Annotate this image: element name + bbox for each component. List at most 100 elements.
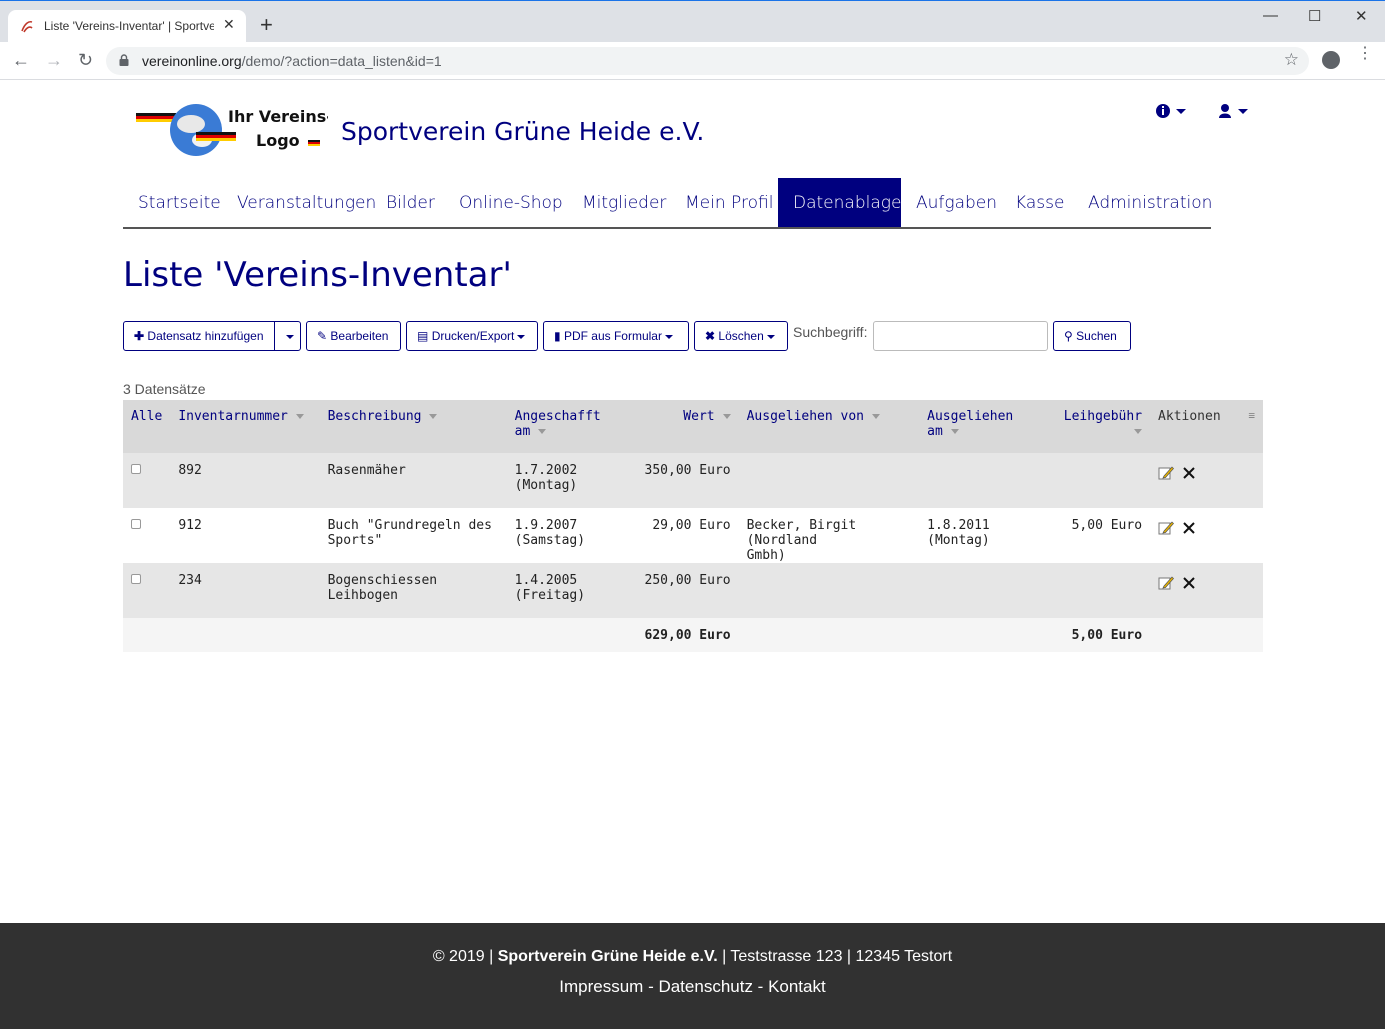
cell-ausgeliehen-von[interactable] xyxy=(738,453,920,508)
url-text: vereinonline.org/demo/?action=data_liste… xyxy=(142,53,442,69)
table-header-row: Alle Inventarnummer Beschreibung Angesch… xyxy=(123,400,1263,453)
sort-caret-icon xyxy=(872,414,881,419)
cell-leihgebuehr xyxy=(1040,453,1151,508)
nav-item-kasse[interactable]: Kasse xyxy=(1000,178,1079,227)
datenschutz-link[interactable]: Datenschutz xyxy=(658,977,753,996)
back-button[interactable]: ← xyxy=(12,50,30,71)
profile-icon[interactable] xyxy=(1322,51,1340,69)
column-header-leihgebuehr[interactable]: Leihgebühr xyxy=(1040,400,1151,453)
bookmark-star-icon[interactable]: ☆ xyxy=(1284,50,1299,70)
nav-item-datenablage[interactable]: Datenablage xyxy=(778,178,901,227)
nav-item-mein-profil[interactable]: Mein Profil xyxy=(670,178,788,227)
nav-item-startseite[interactable]: Startseite xyxy=(123,178,235,227)
nav-item-mitglieder[interactable]: Mitglieder xyxy=(567,178,681,227)
window-close-button[interactable]: ✕ xyxy=(1355,7,1368,25)
sort-caret-icon xyxy=(429,414,438,419)
search-input[interactable] xyxy=(873,321,1048,351)
column-header-ausgeliehen-von[interactable]: Ausgeliehen von xyxy=(738,400,920,453)
table-row: 912 Buch "Grundregeln des Sports" 1.9.200… xyxy=(123,508,1263,563)
column-header-wert[interactable]: Wert xyxy=(608,400,739,453)
delete-icon[interactable] xyxy=(1182,466,1196,480)
delete-button[interactable]: ✖ Löschen xyxy=(694,321,788,351)
address-bar[interactable]: vereinonline.org/demo/?action=data_liste… xyxy=(106,47,1309,75)
user-menu-icon[interactable] xyxy=(1218,102,1250,120)
pencil-icon: ✎ xyxy=(317,329,328,343)
edit-icon[interactable] xyxy=(1158,575,1175,591)
tab-title: Liste 'Vereins-Inventar' | Sportver xyxy=(44,19,214,33)
edit-icon[interactable] xyxy=(1158,520,1175,536)
column-header-beschreibung[interactable]: Beschreibung xyxy=(319,400,507,453)
column-header-angeschafft[interactable]: Angeschafft am xyxy=(506,400,609,453)
sort-caret-icon xyxy=(538,429,547,434)
minimize-button[interactable]: — xyxy=(1263,7,1278,24)
sum-leihgebuehr: 5,00 Euro xyxy=(1040,618,1151,652)
column-header-inventarnummer[interactable]: Inventarnummer xyxy=(170,400,320,453)
edit-icon[interactable] xyxy=(1158,465,1175,481)
browser-titlebar: Liste 'Vereins-Inventar' | Sportver ✕ + … xyxy=(0,0,1385,44)
row-checkbox[interactable] xyxy=(131,519,141,529)
browser-toolbar: ← → ↻ vereinonline.org/demo/?action=data… xyxy=(0,42,1385,80)
svg-text:Ihr Vereins-: Ihr Vereins- xyxy=(228,107,328,126)
file-icon: ▮ xyxy=(554,329,561,343)
page-footer: © 2019 | Sportverein Grüne Heide e.V. | … xyxy=(0,923,1385,1029)
footer-address: © 2019 | Sportverein Grüne Heide e.V. | … xyxy=(432,948,953,965)
forward-button[interactable]: → xyxy=(45,50,63,71)
tab-close-icon[interactable]: ✕ xyxy=(223,16,235,33)
cell-wert: 350,00 Euro xyxy=(608,453,739,508)
cell-wert: 29,00 Euro xyxy=(608,508,739,563)
lock-icon xyxy=(119,54,129,66)
page-title: Liste 'Vereins-Inventar' xyxy=(123,255,512,295)
row-checkbox[interactable] xyxy=(131,574,141,584)
maximize-button[interactable]: ☐ xyxy=(1308,7,1321,25)
caret-down-icon xyxy=(766,334,775,339)
cell-beschreibung: Bogenschiessen Leihbogen xyxy=(319,563,507,618)
sum-wert: 629,00 Euro xyxy=(608,618,739,652)
cell-ausgeliehen-von[interactable] xyxy=(738,563,920,618)
search-button[interactable]: ⚲ Suchen xyxy=(1053,321,1131,351)
kontakt-link[interactable]: Kontakt xyxy=(768,977,826,996)
cell-inventarnummer: 892 xyxy=(170,453,320,508)
pdf-form-button[interactable]: ▮ PDF aus Formular xyxy=(543,321,689,351)
edit-button[interactable]: ✎ Bearbeiten xyxy=(306,321,401,351)
column-header-ausgeliehen-am[interactable]: Ausgeliehen am xyxy=(919,400,1041,453)
sort-caret-icon xyxy=(295,414,304,419)
add-record-button[interactable]: ✚ Datensatz hinzufügen xyxy=(123,321,275,351)
nav-item-aufgaben[interactable]: Aufgaben xyxy=(901,178,1012,227)
nav-item-administration[interactable]: Administration xyxy=(1073,178,1227,227)
column-menu-icon[interactable]: ≡ xyxy=(1248,409,1255,422)
favicon-icon xyxy=(21,20,33,33)
row-checkbox[interactable] xyxy=(131,464,141,474)
browser-menu-icon[interactable]: ⋮ xyxy=(1357,46,1373,62)
browser-tab[interactable]: Liste 'Vereins-Inventar' | Sportver ✕ xyxy=(8,10,246,44)
select-all-header[interactable]: Alle xyxy=(123,400,171,453)
caret-down-icon xyxy=(517,334,526,339)
print-icon: ▤ xyxy=(417,329,429,343)
nav-item-online-shop[interactable]: Online-Shop xyxy=(444,178,578,227)
table-row: 234 Bogenschiessen Leihbogen 1.4.2005 (Fre… xyxy=(123,563,1263,618)
cell-angeschafft: 1.7.2002 (Montag) xyxy=(506,453,609,508)
delete-icon[interactable] xyxy=(1182,521,1196,535)
nav-item-veranstaltungen[interactable]: Veranstaltungen xyxy=(222,178,391,227)
cell-ausgeliehen-von[interactable]: Becker, Birgit (Nordland Gmbh) xyxy=(738,508,920,563)
nav-item-bilder[interactable]: Bilder xyxy=(371,178,450,227)
reload-button[interactable]: ↻ xyxy=(78,50,93,71)
club-logo[interactable]: Ihr Vereins- Logo xyxy=(136,100,333,158)
info-menu-icon[interactable] xyxy=(1156,102,1188,120)
delete-icon[interactable] xyxy=(1182,576,1196,590)
sort-caret-icon xyxy=(1134,429,1143,434)
cell-ausgeliehen-am xyxy=(919,563,1041,618)
add-record-dropdown[interactable] xyxy=(274,321,301,351)
main-navigation: Startseite Veranstaltungen Bilder Online… xyxy=(123,178,1212,229)
cell-aktionen xyxy=(1150,453,1263,508)
cell-aktionen xyxy=(1150,563,1263,618)
svg-text:Logo: Logo xyxy=(256,131,300,150)
cell-wert: 250,00 Euro xyxy=(608,563,739,618)
print-export-button[interactable]: ▤ Drucken/Export xyxy=(406,321,538,351)
cell-beschreibung: Buch "Grundregeln des Sports" xyxy=(319,508,507,563)
cell-inventarnummer: 234 xyxy=(170,563,320,618)
impressum-link[interactable]: Impressum xyxy=(559,977,643,996)
cell-aktionen xyxy=(1150,508,1263,563)
new-tab-button[interactable]: + xyxy=(260,14,273,36)
search-label: Suchbegriff: xyxy=(793,324,868,340)
site-title[interactable]: Sportverein Grüne Heide e.V. xyxy=(341,117,704,146)
